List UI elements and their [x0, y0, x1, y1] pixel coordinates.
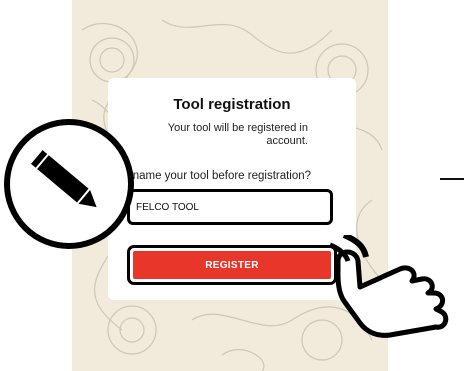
- pointing-hand-icon: [330, 235, 449, 338]
- pencil-icon: [4, 119, 134, 249]
- tool-name-value: FELCO TOOL: [136, 201, 199, 213]
- dialog-title: Tool registration: [173, 96, 291, 113]
- dialog-subtitle: Your tool will be registered in account.: [167, 122, 308, 147]
- rename-label: Rename your tool before registration?: [118, 170, 312, 182]
- tool-registration-dialog: Tool registration Your tool will be regi…: [108, 78, 356, 300]
- tool-name-input[interactable]: FELCO TOOL: [127, 189, 333, 225]
- register-button-label: REGISTER: [133, 251, 331, 279]
- register-button[interactable]: REGISTER: [127, 245, 337, 285]
- pointer-line: [440, 178, 464, 180]
